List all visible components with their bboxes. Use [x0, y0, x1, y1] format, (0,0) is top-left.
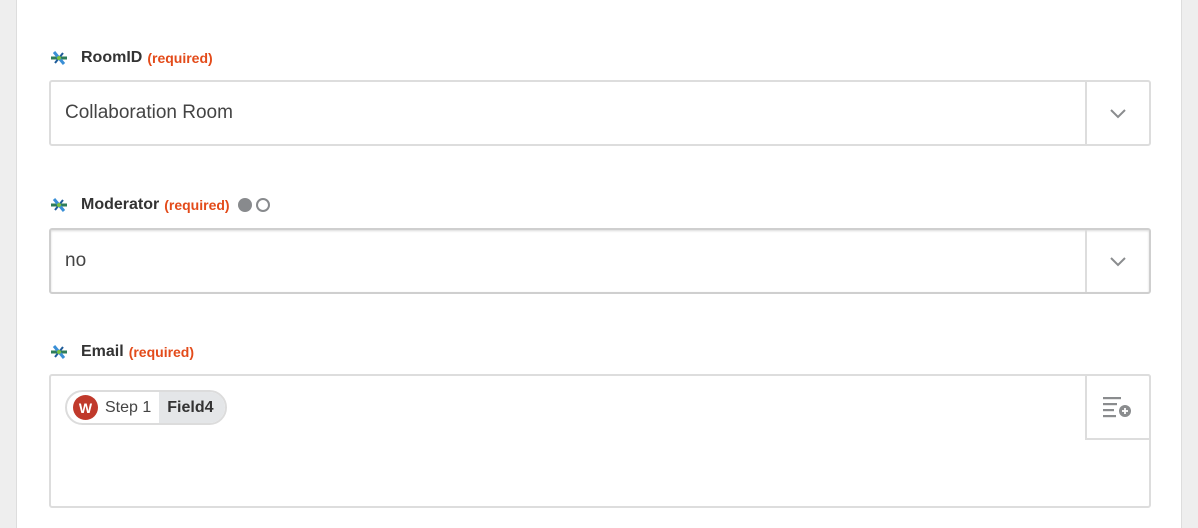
mode-toggle[interactable]	[237, 198, 270, 212]
email-label-row: Email (required)	[49, 342, 1151, 362]
moderator-dropdown-button[interactable]	[1085, 230, 1149, 292]
app-pinwheel-icon	[51, 345, 67, 359]
roomid-dropdown-button[interactable]	[1085, 82, 1149, 144]
email-field: Email (required) W Step 1 Field4	[49, 342, 1151, 508]
step-app-logo-icon: W	[73, 395, 98, 420]
token-field-label: Field4	[159, 392, 225, 423]
email-required-tag: (required)	[128, 344, 195, 360]
app-pinwheel-icon	[51, 51, 67, 65]
toggle-dot-filled-icon[interactable]	[237, 198, 252, 212]
roomid-select-value: Collaboration Room	[65, 102, 233, 123]
email-label: Email	[81, 343, 124, 360]
moderator-field: Moderator (required) no	[49, 195, 1151, 294]
moderator-select-value: no	[65, 250, 87, 271]
chevron-down-icon	[1110, 108, 1126, 118]
moderator-select[interactable]: no	[49, 228, 1151, 294]
moderator-label-row: Moderator (required)	[49, 195, 1151, 215]
token-step-label: Step 1	[105, 398, 152, 416]
moderator-required-tag: (required)	[164, 197, 230, 213]
insert-field-button[interactable]	[1085, 374, 1151, 440]
roomid-required-tag: (required)	[147, 50, 213, 66]
email-input[interactable]: W Step 1 Field4	[49, 374, 1151, 508]
roomid-label-row: RoomID (required)	[49, 48, 1151, 68]
toggle-dot-empty-icon[interactable]	[255, 198, 270, 212]
mapped-field-token[interactable]: W Step 1 Field4	[65, 390, 227, 425]
roomid-label: RoomID	[81, 49, 143, 66]
roomid-select[interactable]: Collaboration Room	[49, 80, 1151, 146]
roomid-field: RoomID (required) Collaboration Room	[49, 48, 1151, 146]
chevron-down-icon	[1110, 256, 1126, 266]
form-panel: RoomID (required) Collaboration Room Mod…	[16, 0, 1182, 528]
moderator-label: Moderator	[81, 196, 160, 213]
app-pinwheel-icon	[51, 198, 67, 212]
insert-field-icon	[1103, 397, 1131, 418]
